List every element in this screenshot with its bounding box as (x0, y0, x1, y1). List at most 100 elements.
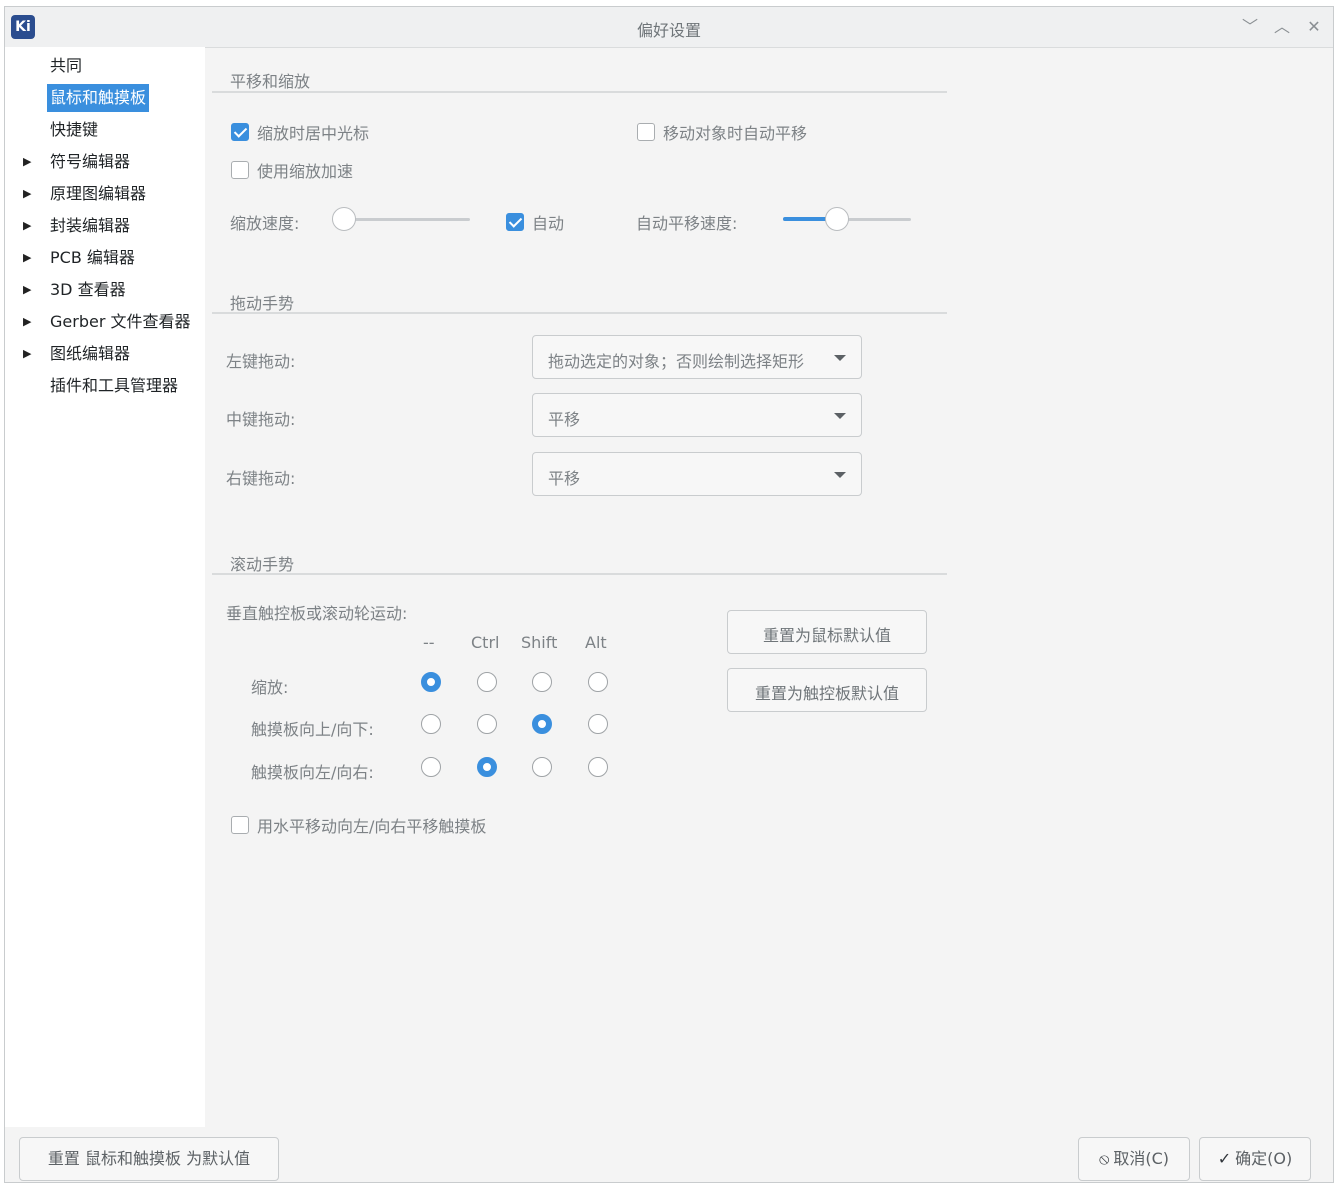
sidebar-item-3d-viewer[interactable]: ▶ 3D 查看器 (5, 276, 205, 304)
cancel-button[interactable]: ⦸ 取消(C) (1078, 1137, 1190, 1181)
sidebar-item-label: 共同 (50, 56, 83, 75)
expand-arrow-icon[interactable]: ▶ (23, 180, 31, 208)
sidebar-item-label: 封装编辑器 (50, 216, 131, 235)
slider-handle[interactable] (332, 207, 356, 231)
expand-arrow-icon[interactable]: ▶ (23, 340, 31, 368)
checkbox-label: 自动 (532, 214, 565, 233)
left-drag-dropdown[interactable]: 拖动选定的对象；否则绘制选择矩形 (532, 335, 862, 379)
close-icon[interactable]: ✕ (1302, 15, 1326, 39)
maximize-icon[interactable]: ︿ (1270, 15, 1294, 39)
checkbox-label: 缩放时居中光标 (257, 124, 370, 143)
vertical-motion-label: 垂直触控板或滚动轮运动: (226, 604, 408, 623)
reset-trackpad-defaults-button[interactable]: 重置为触控板默认值 (727, 668, 927, 712)
pan-updown-shift-radio[interactable] (532, 714, 552, 734)
scroll-row-zoom-label: 缩放: (251, 678, 289, 697)
sidebar-item-label: 图纸编辑器 (50, 344, 131, 363)
slider-handle[interactable] (825, 207, 849, 231)
button-label: 重置 鼠标和触摸板 为默认值 (47, 1149, 251, 1168)
pan-leftright-alt-radio[interactable] (588, 757, 608, 777)
checkbox-box[interactable] (637, 123, 655, 141)
zoom-speed-label: 缩放速度: (230, 214, 300, 233)
zoom-speed-slider[interactable] (332, 207, 472, 231)
sidebar-item-footprint-editor[interactable]: ▶ 封装编辑器 (5, 212, 205, 240)
pan-updown-none-radio[interactable] (421, 714, 441, 734)
center-cursor-checkbox[interactable]: 缩放时居中光标 (231, 120, 369, 144)
title-bar[interactable]: Ki 偏好设置 ﹀ ︿ ✕ (5, 7, 1333, 48)
settings-panel: 平移和缩放 缩放时居中光标 移动对象时自动平移 使用缩放加速 缩放速度: 自动 … (205, 47, 1333, 1127)
sidebar-item-label: 符号编辑器 (50, 152, 131, 171)
sidebar-item-gerber-viewer[interactable]: ▶ Gerber 文件查看器 (5, 308, 205, 336)
checkbox-label: 用水平移动向左/向右平移触摸板 (257, 817, 487, 836)
checkbox-box[interactable] (231, 161, 249, 179)
checkbox-label: 使用缩放加速 (257, 162, 354, 181)
right-drag-dropdown[interactable]: 平移 (532, 452, 862, 496)
section-divider (212, 312, 947, 314)
dropdown-value: 平移 (548, 469, 581, 488)
expand-arrow-icon[interactable]: ▶ (23, 308, 31, 336)
checkbox-box[interactable] (231, 123, 249, 141)
horizontal-pan-checkbox[interactable]: 用水平移动向左/向右平移触摸板 (231, 813, 486, 837)
modifier-header-alt: Alt (585, 633, 607, 652)
section-title-drag-gestures: 拖动手势 (230, 294, 295, 313)
window-title: 偏好设置 (636, 21, 701, 40)
modifier-header-none: -- (423, 633, 435, 652)
zoom-speed-auto-checkbox[interactable]: 自动 (506, 210, 564, 234)
pan-leftright-ctrl-radio[interactable] (477, 757, 497, 777)
section-divider (212, 573, 947, 575)
sidebar-item-label: 快捷键 (50, 120, 99, 139)
button-label: 重置为触控板默认值 (754, 684, 899, 703)
checkbox-box[interactable] (506, 213, 524, 231)
dropdown-value: 平移 (548, 410, 581, 429)
scroll-row-leftright-label: 触摸板向左/向右: (251, 763, 374, 782)
zoom-ctrl-radio[interactable] (477, 672, 497, 692)
modifier-header-ctrl: Ctrl (471, 633, 500, 652)
section-title-scroll-gestures: 滚动手势 (230, 555, 295, 574)
sidebar-item-label: Gerber 文件查看器 (50, 312, 191, 331)
sidebar-item-label: 3D 查看器 (50, 280, 126, 299)
sidebar-item-hotkeys[interactable]: 快捷键 (5, 116, 205, 144)
button-label: 取消(C) (1113, 1149, 1170, 1168)
sidebar-item-mouse-touchpad[interactable]: 鼠标和触摸板 (5, 84, 205, 112)
expand-arrow-icon[interactable]: ▶ (23, 148, 31, 176)
sidebar-item-label: PCB 编辑器 (50, 248, 135, 267)
sidebar-tree: 共同 鼠标和触摸板 快捷键 ▶ 符号编辑器 ▶ 原理图编辑器 ▶ 封装编辑器 ▶ PCB… (5, 47, 205, 1127)
preferences-window: Ki 偏好设置 ﹀ ︿ ✕ 共同 鼠标和触摸板 快捷键 ▶ 符号编辑器 ▶ 原理图编… (4, 6, 1334, 1183)
pan-leftright-none-radio[interactable] (421, 757, 441, 777)
modifier-header-shift: Shift (521, 633, 558, 652)
auto-pan-checkbox[interactable]: 移动对象时自动平移 (637, 120, 807, 144)
scroll-row-updown-label: 触摸板向上/向下: (251, 720, 374, 739)
middle-drag-dropdown[interactable]: 平移 (532, 393, 862, 437)
sidebar-item-pcb-editor[interactable]: ▶ PCB 编辑器 (5, 244, 205, 272)
auto-pan-speed-label: 自动平移速度: (636, 214, 738, 233)
auto-pan-speed-slider[interactable] (783, 207, 913, 231)
checkmark-icon: ✓ (1217, 1149, 1232, 1168)
zoom-alt-radio[interactable] (588, 672, 608, 692)
section-title-pan-zoom: 平移和缩放 (230, 72, 311, 91)
section-divider (212, 91, 947, 93)
ok-button[interactable]: ✓ 确定(O) (1199, 1137, 1311, 1181)
reset-to-defaults-button[interactable]: 重置 鼠标和触摸板 为默认值 (19, 1137, 279, 1181)
zoom-shift-radio[interactable] (532, 672, 552, 692)
reset-mouse-defaults-button[interactable]: 重置为鼠标默认值 (727, 610, 927, 654)
sidebar-item-common[interactable]: 共同 (5, 52, 205, 80)
minimize-icon[interactable]: ﹀ (1238, 15, 1262, 39)
sidebar-item-symbol-editor[interactable]: ▶ 符号编辑器 (5, 148, 205, 176)
pan-updown-alt-radio[interactable] (588, 714, 608, 734)
sidebar-item-plugin-manager[interactable]: 插件和工具管理器 (5, 372, 205, 400)
zoom-acceleration-checkbox[interactable]: 使用缩放加速 (231, 158, 353, 182)
sidebar-item-label: 插件和工具管理器 (50, 376, 179, 395)
checkbox-box[interactable] (231, 816, 249, 834)
sidebar-item-schematic-editor[interactable]: ▶ 原理图编辑器 (5, 180, 205, 208)
sidebar-item-label: 原理图编辑器 (50, 184, 147, 203)
zoom-none-radio[interactable] (421, 672, 441, 692)
checkbox-label: 移动对象时自动平移 (663, 124, 808, 143)
expand-arrow-icon[interactable]: ▶ (23, 244, 31, 272)
pan-leftright-shift-radio[interactable] (532, 757, 552, 777)
pan-updown-ctrl-radio[interactable] (477, 714, 497, 734)
expand-arrow-icon[interactable]: ▶ (23, 212, 31, 240)
button-label: 重置为鼠标默认值 (762, 626, 891, 645)
left-drag-label: 左键拖动: (226, 352, 296, 371)
expand-arrow-icon[interactable]: ▶ (23, 276, 31, 304)
chevron-down-icon (834, 413, 846, 419)
sidebar-item-drawing-sheet-editor[interactable]: ▶ 图纸编辑器 (5, 340, 205, 368)
